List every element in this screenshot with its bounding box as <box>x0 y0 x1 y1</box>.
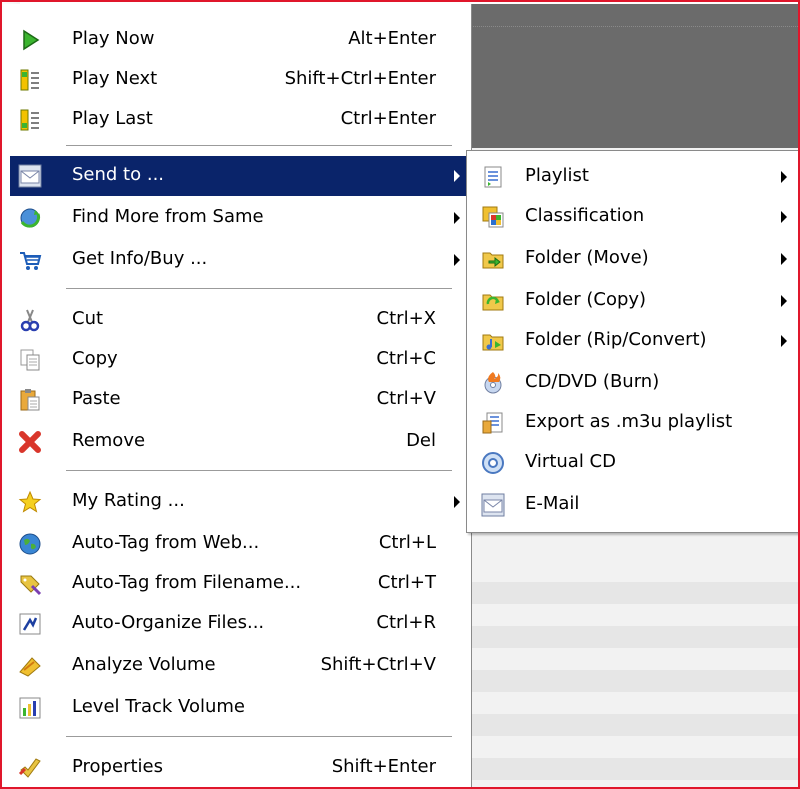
screenshot-frame <box>0 0 800 789</box>
